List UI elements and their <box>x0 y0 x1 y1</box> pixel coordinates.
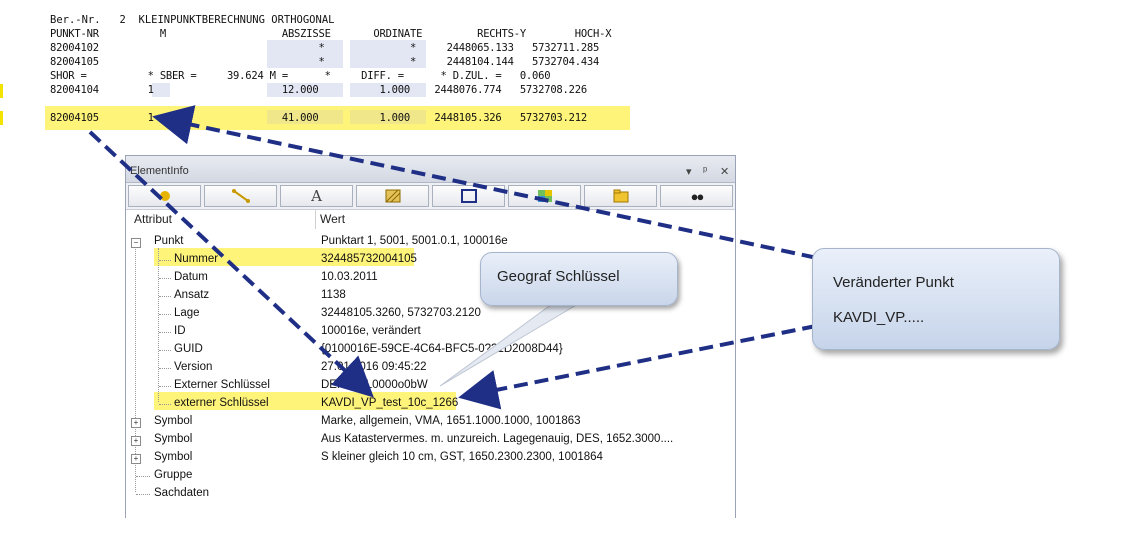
tree-connector <box>159 296 171 297</box>
line-button[interactable] <box>204 185 277 207</box>
tree-row-value: 10.03.2011 <box>321 271 378 283</box>
tree-row-value: 32448105.3260, 5732703.2120 <box>321 307 481 319</box>
tree-row-label[interactable]: Symbol <box>154 415 192 427</box>
tree-row-label[interactable]: Punkt <box>154 235 183 247</box>
hatch-button[interactable] <box>356 185 429 207</box>
tree-connector <box>159 332 171 333</box>
tree-row-label[interactable]: Gruppe <box>154 469 192 481</box>
tree-row-value: 100016e, verändert <box>321 325 421 337</box>
report-row: 82004104 1 12.000 1.000 2448076.774 5732… <box>50 84 587 96</box>
report-row: 82004102 * * 2448065.133 5732711.285 <box>50 42 600 54</box>
tree-row-value: {0100016E-59CE-4C64-BFC5-0??1D2008D44} <box>321 343 563 355</box>
expand-icon[interactable]: + <box>131 418 141 428</box>
tree-row-value: Punktart 1, 5001, 5001.0.1, 100016e <box>321 235 508 247</box>
pin-icon[interactable]: ᵖ <box>703 165 707 177</box>
object-button[interactable] <box>432 185 505 207</box>
tree-connector <box>159 260 171 261</box>
tree-row-value: Marke, allgemein, VMA, 1651.1000.1000, 1… <box>321 415 581 427</box>
tree-row-label[interactable]: Version <box>174 361 212 373</box>
panel-titlebar: ElementInfo ▾ ᵖ ✕ <box>126 156 735 183</box>
tree-row-label[interactable]: Symbol <box>154 433 192 445</box>
tree-line <box>158 248 159 402</box>
report-row: 82004105 * * 2448104.144 5732704.434 <box>50 56 600 68</box>
element-info-panel: ElementInfo ▾ ᵖ ✕ A ●● Attribut Wert <box>125 155 736 518</box>
search-button[interactable]: ●● <box>660 185 733 207</box>
tree-row-label[interactable]: GUID <box>174 343 203 355</box>
margin-mark <box>0 84 3 98</box>
tree-connector <box>159 314 171 315</box>
report-row-highlighted: 82004105 1 41.000 1.000 2448105.326 5732… <box>50 112 587 124</box>
tree-connector <box>159 386 171 387</box>
tree-row-value: 27.01.2016 09:45:22 <box>321 361 427 373</box>
tree-row-label[interactable]: Datum <box>174 271 208 283</box>
callout-changed-point: Veränderter Punkt KAVDI_VP..... <box>812 248 1060 350</box>
tree-row-value: 1138 <box>321 289 346 301</box>
tree-row-label[interactable]: Ansatz <box>174 289 209 301</box>
dropdown-icon[interactable]: ▾ <box>686 165 692 178</box>
column-header-value[interactable]: Wert <box>320 212 345 226</box>
panel-title: ElementInfo <box>130 165 189 177</box>
callout-geograf-key: Geograf Schlüssel <box>480 252 678 306</box>
binoculars-icon: ●● <box>690 188 705 204</box>
folder-button[interactable] <box>584 185 657 207</box>
tree-row-label[interactable]: Sachdaten <box>154 487 209 499</box>
column-header-attribute[interactable]: Attribut <box>134 212 172 226</box>
report-row: SHOR = * SBER = 39.624 M = * DIFF. = * D… <box>50 70 551 82</box>
expand-icon[interactable]: + <box>131 436 141 446</box>
text-icon: A <box>311 187 322 205</box>
callout-changed-line2: KAVDI_VP..... <box>833 309 925 326</box>
tree-connector <box>136 494 150 495</box>
tree-row-value: KAVDI_VP_test_10c_1266 <box>321 397 459 409</box>
tree-connector <box>159 404 171 405</box>
report-header: PUNKT-NR M ABSZISSE ORDINATE RECHTS-Y HO… <box>50 28 612 40</box>
callout-changed-line1: Veränderter Punkt <box>833 274 954 291</box>
callout-geograf-text: Geograf Schlüssel <box>497 268 620 285</box>
tree-connector <box>136 476 150 477</box>
folder-icon <box>613 189 628 203</box>
margin-mark <box>0 111 3 125</box>
expand-icon[interactable]: + <box>131 454 141 464</box>
tree-connector <box>159 350 171 351</box>
column-divider <box>315 209 316 229</box>
tree-row-label[interactable]: Externer Schlüssel <box>174 379 270 391</box>
tree-connector <box>159 368 171 369</box>
line-icon <box>231 189 250 203</box>
point-button[interactable] <box>128 185 201 207</box>
hatch-icon <box>385 189 400 203</box>
tree-row-value: 32448573200410​5 <box>321 253 417 265</box>
raster-button[interactable] <box>508 185 581 207</box>
tree-row-value: DEN??AL0000o0bW <box>321 379 428 391</box>
point-icon <box>159 191 170 201</box>
raster-icon <box>537 190 552 202</box>
close-icon[interactable]: ✕ <box>720 165 729 178</box>
panel-toolbar: A ●● <box>126 183 735 210</box>
tree-row-label[interactable]: externer Schlüssel <box>174 397 269 409</box>
tree-row-value: Aus Katastervermes. m. unzureich. Lagege… <box>321 433 674 445</box>
tree-row-label[interactable]: ID <box>174 325 186 337</box>
object-icon <box>460 189 477 203</box>
tree-row-value: S kleiner gleich 10 cm, GST, 1650.2300.2… <box>321 451 603 463</box>
text-button[interactable]: A <box>280 185 353 207</box>
tree-row-label[interactable]: Symbol <box>154 451 192 463</box>
report-title: Ber.-Nr. 2 KLEINPUNKTBERECHNUNG ORTHOGON… <box>50 14 335 26</box>
collapse-icon[interactable]: − <box>131 238 141 248</box>
tree-row-label[interactable]: Lage <box>174 307 200 319</box>
tree-row-label[interactable]: Nummer <box>174 253 218 265</box>
tree-connector <box>159 278 171 279</box>
